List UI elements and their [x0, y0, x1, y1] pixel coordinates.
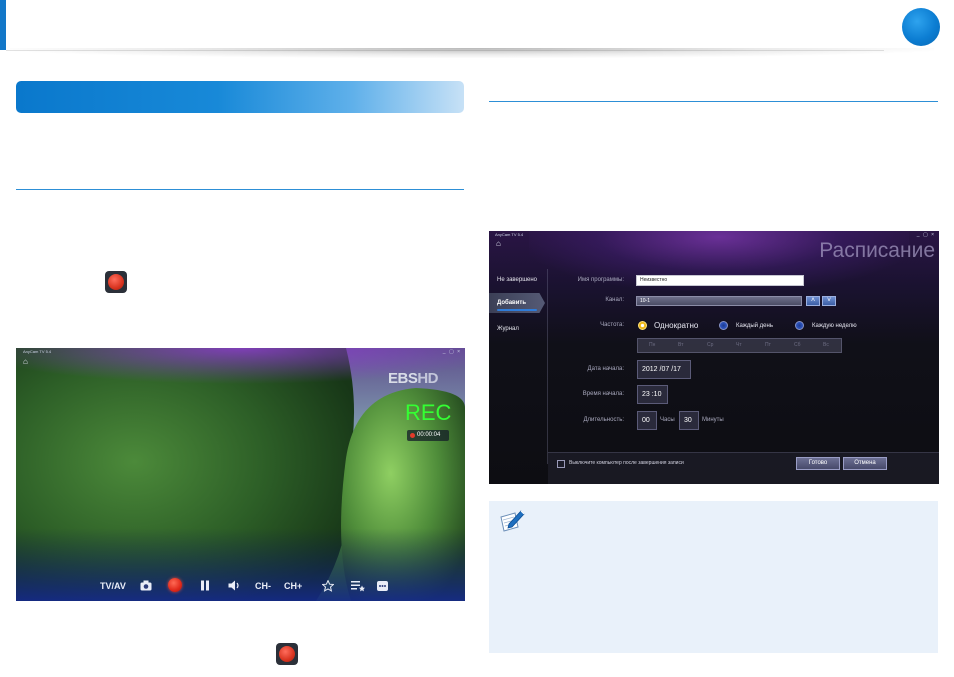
tv-recording-screenshot: AnyCam TV 5.4 _ ▢ × ⌂ EBSHD REC 00:00:04… — [16, 348, 465, 601]
subsection-rule-left — [16, 189, 464, 190]
note-pencil-icon — [500, 510, 525, 532]
schedule-heading: Расписание — [819, 239, 935, 262]
channel-up-arrow-icon[interactable]: ˄ — [806, 296, 820, 306]
note-box — [489, 501, 938, 653]
channel-logo-suffix: HD — [417, 370, 439, 387]
frequency-label: Частота: — [600, 322, 624, 328]
start-date-input[interactable]: 2012 /07 /17 — [637, 360, 691, 379]
favorites-list-icon[interactable] — [351, 580, 365, 592]
sidebar-item-log[interactable]: Журнал — [497, 326, 519, 332]
tv-window-controls[interactable]: _ ▢ × — [443, 349, 461, 355]
rec-timer: 00:00:04 — [407, 430, 449, 441]
channel-down-arrow-icon[interactable]: ˅ — [822, 296, 836, 306]
record-icon[interactable] — [168, 578, 182, 592]
freq-once-text: Однократно — [654, 321, 699, 330]
hours-unit: Часы — [660, 417, 675, 423]
duration-minutes-input[interactable]: 30 — [679, 411, 699, 430]
more-icon[interactable] — [377, 581, 388, 591]
channel-label: Канал: — [605, 297, 624, 303]
shutdown-checkbox[interactable] — [557, 460, 565, 468]
program-name-label: Имя программы: — [577, 277, 624, 283]
section-banner — [16, 81, 464, 113]
day-sun[interactable]: Вс — [823, 342, 829, 348]
pause-icon[interactable] — [200, 580, 210, 591]
header-shadow — [10, 48, 934, 58]
minutes-unit: Минуты — [702, 417, 724, 423]
channel-up-button[interactable]: CH+ — [284, 580, 302, 592]
camera-icon[interactable] — [140, 580, 152, 591]
channel-select[interactable]: 10-1 — [636, 296, 802, 306]
freq-daily-radio[interactable] — [719, 321, 728, 330]
done-button[interactable]: Готово — [796, 457, 840, 470]
channel-down-button[interactable]: CH- — [255, 580, 271, 592]
sidebar-item-incomplete[interactable]: Не завершено — [497, 277, 537, 283]
manual-page: AnyCam TV 5.4 _ ▢ × ⌂ EBSHD REC 00:00:04… — [0, 0, 954, 677]
day-wed[interactable]: Ср — [707, 342, 713, 348]
shutdown-label: Выключите компьютер после завершения зап… — [569, 460, 684, 466]
duration-hours-input[interactable]: 00 — [637, 411, 657, 430]
schedule-screenshot: AnyCam TV 5.4 _ ▢ × ⌂ Расписание Не заве… — [489, 231, 939, 484]
start-time-label: Время начала: — [582, 391, 624, 397]
sidebar-item-add[interactable]: Добавить — [497, 300, 526, 306]
channel-logo: EBSHD — [388, 370, 439, 387]
freq-once-radio[interactable] — [638, 321, 647, 330]
schedule-window-controls[interactable]: _ ▢ × — [917, 232, 935, 238]
day-mon[interactable]: Пн — [649, 342, 655, 348]
chapter-marker-icon — [902, 8, 940, 46]
home-icon[interactable]: ⌂ — [496, 239, 501, 248]
day-thu[interactable]: Чт — [736, 342, 742, 348]
home-icon[interactable]: ⌂ — [23, 357, 28, 366]
schedule-app-title: AnyCam TV 5.4 — [495, 232, 524, 237]
cancel-button[interactable]: Отмена — [843, 457, 887, 470]
freq-daily-text: Каждый день — [736, 323, 773, 329]
day-fri[interactable]: Пт — [765, 342, 771, 348]
tv-app-title: AnyCam TV 5.4 — [23, 349, 52, 354]
sidebar-active-indicator — [497, 309, 537, 311]
channel-logo-main: EBS — [388, 370, 418, 387]
program-name-input[interactable]: Неизвестно — [636, 275, 804, 286]
duration-label: Длительность: — [583, 417, 624, 423]
record-button-icon — [105, 271, 127, 293]
record-button-icon — [276, 643, 298, 665]
freq-weekly-radio[interactable] — [795, 321, 804, 330]
tv-av-button[interactable]: TV/AV — [100, 580, 126, 592]
day-tue[interactable]: Вт — [678, 342, 683, 348]
header-accent-bar — [0, 0, 6, 50]
day-sat[interactable]: Сб — [794, 342, 800, 348]
volume-icon[interactable] — [228, 580, 241, 591]
subsection-rule-right — [489, 101, 938, 102]
star-icon[interactable] — [322, 580, 334, 592]
weekday-selector: Пн Вт Ср Чт Пт Сб Вс — [637, 338, 842, 353]
tv-toolbar: TV/AV CH- CH+ — [16, 571, 465, 601]
start-time-input[interactable]: 23 :10 — [637, 385, 668, 404]
start-date-label: Дата начала: — [587, 366, 624, 372]
rec-indicator: REC — [405, 400, 452, 425]
freq-weekly-text: Каждую неделю — [812, 323, 857, 329]
